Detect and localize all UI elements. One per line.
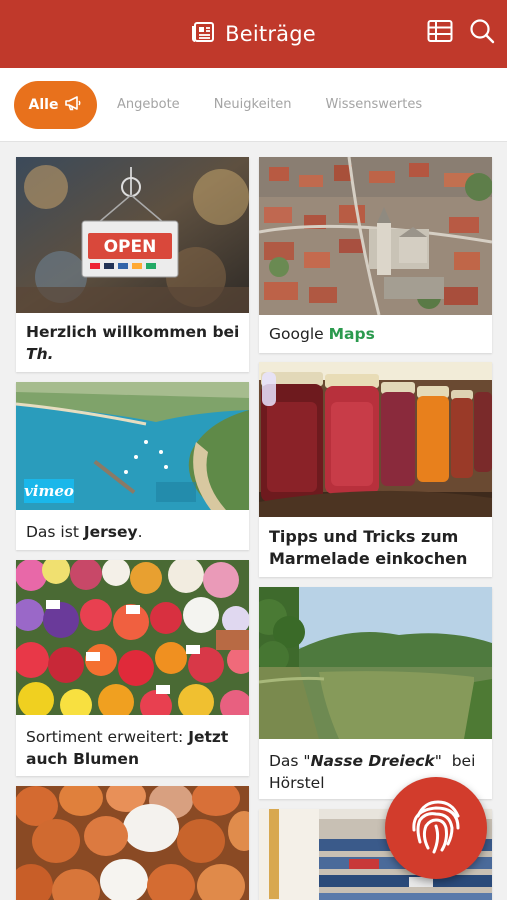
post-title: Das ist Jersey. xyxy=(26,523,143,541)
filter-chip-alle[interactable]: Alle xyxy=(14,80,97,129)
search-icon[interactable] xyxy=(469,18,495,48)
page-title: Beiträge xyxy=(225,22,316,46)
lake-image xyxy=(259,587,492,739)
post-title: Google Maps xyxy=(269,325,375,343)
fingerprint-icon xyxy=(408,796,464,860)
app-header: Beiträge xyxy=(0,0,507,68)
flowers-image xyxy=(16,560,249,715)
post-card-maps[interactable]: Google Maps xyxy=(259,157,492,353)
category-filter-bar: Alle Angebote Neuigkeiten Wissenswertes xyxy=(0,68,507,142)
newspaper-icon xyxy=(191,21,215,47)
tab-wissenswertes[interactable]: Wissenswertes xyxy=(326,97,423,112)
open-sign-image: OPEN xyxy=(16,157,249,313)
jersey-video-thumbnail: vimeo xyxy=(16,382,249,510)
table-icon[interactable] xyxy=(427,19,453,47)
post-card-jersey[interactable]: vimeo Das ist Jersey. xyxy=(16,382,249,550)
filter-chip-label: Alle xyxy=(28,96,59,113)
post-title: Sortiment erweitert: Jetzt auch Blumen xyxy=(26,728,229,768)
post-card-welcome[interactable]: OPEN Herzlich willkommen bei Th. xyxy=(16,157,249,372)
tab-angebote[interactable]: Angebote xyxy=(117,97,180,112)
post-card-lake[interactable]: Das "Nasse Dreieck" bei Hörstel xyxy=(259,587,492,799)
post-card-flowers[interactable]: Sortiment erweitert: Jetzt auch Blumen xyxy=(16,560,249,776)
post-title: Herzlich willkommen bei Th. xyxy=(26,323,240,363)
tab-neuigkeiten[interactable]: Neuigkeiten xyxy=(214,97,292,112)
header-title-group: Beiträge xyxy=(191,21,316,47)
post-title: Tipps und Tricks zum Marmelade einkochen xyxy=(269,527,468,568)
svg-text:OPEN: OPEN xyxy=(104,237,157,257)
post-card-jam[interactable]: Tipps und Tricks zum Marmelade einkochen xyxy=(259,362,492,577)
eggs-image xyxy=(16,786,249,900)
vimeo-badge: vimeo xyxy=(24,479,74,503)
jam-jars-image xyxy=(259,362,492,517)
aerial-city-image xyxy=(259,157,492,315)
fingerprint-button[interactable] xyxy=(385,777,487,879)
megaphone-icon xyxy=(64,95,82,115)
post-card-eggs[interactable] xyxy=(16,786,249,900)
